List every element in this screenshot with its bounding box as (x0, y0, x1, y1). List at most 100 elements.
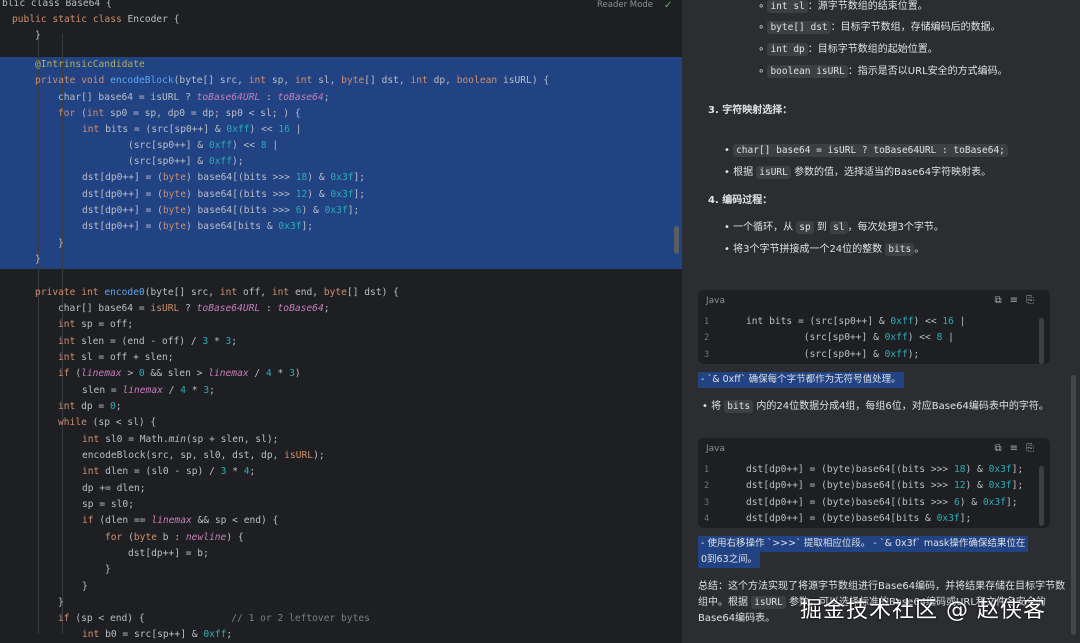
code-line: dst[dp++] = b; (128, 548, 209, 559)
list-item: ∘ boolean isURL ：指示是否以URL安全的方式编码。 (758, 65, 1008, 78)
list-item-text: ：目标字节数组，存储编码后的数据。 (830, 22, 1001, 33)
code-line: (src[sp0++] & 0xff) << 8 | (128, 140, 279, 151)
text: 参数的值，选择适当的Base64字符映射表。 (794, 167, 992, 178)
code-line: int sp = off; (58, 319, 134, 330)
code-editor[interactable]: blic class Base64 {public static class E… (0, 0, 682, 643)
list-item: • 将 bits 内的24位数据分成4组，每组6位，对应Base64编码表中的字… (702, 400, 1049, 413)
code-line: } (82, 581, 88, 592)
editor-scrollbar[interactable] (674, 226, 679, 254)
code-line: char[] base64 = isURL ? toBase64URL : to… (58, 92, 330, 103)
code-line: dst[dp0++] = (byte) base64[(bits >>> 6) … (82, 205, 360, 216)
inline-code: bits (724, 400, 754, 413)
code-line: char[] base64 = isURL ? toBase64URL : to… (58, 303, 330, 314)
reader-mode-button[interactable]: Reader Mode (597, 0, 653, 10)
code-line: while (sp < sl) { (58, 417, 157, 428)
summary-line: Base64编码表。 (698, 613, 776, 624)
format-icon[interactable]: ≡ (1010, 443, 1026, 454)
code-line: int dp = 0; (58, 401, 122, 412)
line-number: 2 (704, 333, 710, 344)
code-line: private void encodeBlock(byte[] src, int… (35, 75, 550, 86)
inline-code: int dp (767, 43, 808, 56)
inline-code: byte[] dst (767, 21, 831, 34)
code-block-line: 3 dst[dp0++] = (byte)base64[(bits >>> 6) … (698, 495, 1050, 511)
list-item: • 将3个字节拼接成一个24位的整数 bits。 (724, 243, 925, 256)
line-number: 3 (704, 349, 710, 360)
code-block-line: 1 dst[dp0++] = (byte)base64[(bits >>> 18)… (698, 462, 1050, 478)
line-number: 1 (704, 317, 710, 327)
line-number: 2 (704, 481, 710, 492)
code-line: } (35, 254, 41, 265)
code-block-line: 3 (src[sp0++] & 0xff); (698, 347, 1050, 363)
code-line: dst[dp0++] = (byte) base64[(bits >>> 12)… (82, 189, 366, 200)
format-icon[interactable]: ≡ (1010, 295, 1026, 306)
code-line: int dlen = (sl0 - sp) / 3 * 4; (82, 466, 256, 477)
line-number: 1 (704, 465, 710, 475)
indent-guide (38, 34, 39, 634)
inline-code: isURL (751, 596, 786, 609)
list-item: ∘ int sl ：源字节数组的结束位置。 (758, 0, 928, 13)
highlighted-note: - `& 0xff` 确保每个字节都作为无符号值处理。 (698, 372, 904, 388)
code-block-line: 2 (src[sp0++] & 0xff) << 8 | (698, 330, 1050, 346)
text: 到 (816, 222, 827, 233)
code-line: for (int sp0 = sp, dp0 = dp; sp0 < sl; )… (58, 108, 301, 119)
ai-chat-panel: ∘ int sl ：源字节数组的结束位置。 ∘ byte[] dst ：目标字节数组… (682, 0, 1080, 643)
code-line: for (byte b : newline) { (105, 532, 244, 543)
insert-icon[interactable]: ⎘ (1026, 443, 1042, 454)
list-item: • char[] base64 = isURL ? toBase64URL : … (724, 144, 1008, 158)
code-line: sp = sl0; (82, 499, 134, 510)
list-item: ∘ int dp ：目标字节数组的起始位置。 (758, 43, 938, 56)
code-line: @IntrinsicCandidate (35, 59, 145, 70)
copy-icon[interactable]: ⧉ (994, 295, 1009, 306)
line-number: 3 (704, 497, 710, 508)
inline-code: bits (885, 243, 915, 256)
list-item-text: ：指示是否以URL安全的方式编码。 (847, 66, 1008, 77)
code-line: int bits = (src[sp0++] & 0xff) << 16 | (82, 124, 302, 135)
code-line: dst[dp0++] = (byte) base64[bits & 0x3f]; (82, 221, 314, 232)
insert-icon[interactable]: ⎘ (1026, 295, 1042, 306)
text: 一个循环，从 (733, 222, 794, 233)
code-line: slen = linemax / 4 * 3; (82, 385, 215, 396)
panel-scrollbar[interactable] (1071, 375, 1076, 635)
code-line: } (58, 238, 64, 249)
code-line: if (sp < end) { // 1 or 2 leftover bytes (58, 613, 370, 624)
list-item: • 一个循环，从 sp 到 sl ，每次处理3个字节。 (724, 221, 944, 234)
inline-code: sl (830, 221, 848, 234)
text: ，每次处理3个字节。 (847, 222, 944, 233)
highlighted-note: 0到63之间。 (698, 552, 761, 568)
text: 将 (711, 401, 722, 412)
code-line: blic class Base64 { (2, 0, 112, 9)
inline-code: int sl (767, 0, 808, 13)
code-line: } (35, 30, 41, 41)
list-item: ∘ byte[] dst ：目标字节数组，存储编码后的数据。 (758, 21, 1001, 34)
check-icon: ✓ (664, 0, 673, 11)
code-line: int slen = (end - off) / 3 * 3; (58, 336, 238, 347)
code-language-label: Java (706, 444, 726, 454)
highlighted-note: - 使用右移操作 `>>>` 提取相应位段。 - `& 0x3f` mask操作… (698, 536, 1029, 552)
code-block-scrollbar[interactable] (1039, 318, 1044, 364)
text: 组中。根据 (698, 597, 748, 608)
list-item: • 根据 isURL 参数的值，选择适当的Base64字符映射表。 (724, 166, 992, 179)
watermark: 掘金技术社区 @ 赵侠客 (800, 598, 1046, 623)
code-block-line: 1 int bits = (src[sp0++] & 0xff) << 16 | (698, 314, 1050, 330)
section-heading: 4. 编码过程： (708, 195, 773, 206)
copy-icon[interactable]: ⧉ (994, 443, 1009, 454)
line-number: 4 (704, 513, 710, 524)
text: 将3个字节拼接成一个24位的整数 (733, 244, 883, 255)
inline-code: isURL (756, 166, 791, 179)
code-block-line: 2 dst[dp0++] = (byte)base64[(bits >>> 12)… (698, 478, 1050, 494)
code-line: dp += dlen; (82, 483, 146, 494)
code-block: Java ⧉≡⎘ 1 dst[dp0++] = (byte)base64[(bit… (698, 438, 1050, 528)
code-line: int sl0 = Math.min(sp + slen, sl); (82, 434, 279, 445)
section-heading: 3. 字符映射选择： (708, 105, 793, 116)
inline-code: boolean isURL (767, 65, 848, 78)
text: 。 (914, 244, 925, 255)
code-line: encodeBlock(src, sp, sl0, dst, dp, isURL… (82, 450, 325, 461)
code-line: } (105, 564, 111, 575)
list-item-text: ：目标字节数组的起始位置。 (807, 44, 938, 55)
code-block: Java ⧉≡⎘ 1 int bits = (src[sp0++] & 0xff)… (698, 290, 1050, 364)
code-line: int sl = off + slen; (58, 352, 174, 363)
inline-code: char[] base64 = isURL ? toBase64URL : to… (733, 144, 1008, 157)
code-block-scrollbar[interactable] (1039, 466, 1044, 526)
code-line: if (linemax > 0 && slen > linemax / 4 * … (58, 368, 301, 379)
code-line: (src[sp0++] & 0xff); (128, 156, 244, 167)
